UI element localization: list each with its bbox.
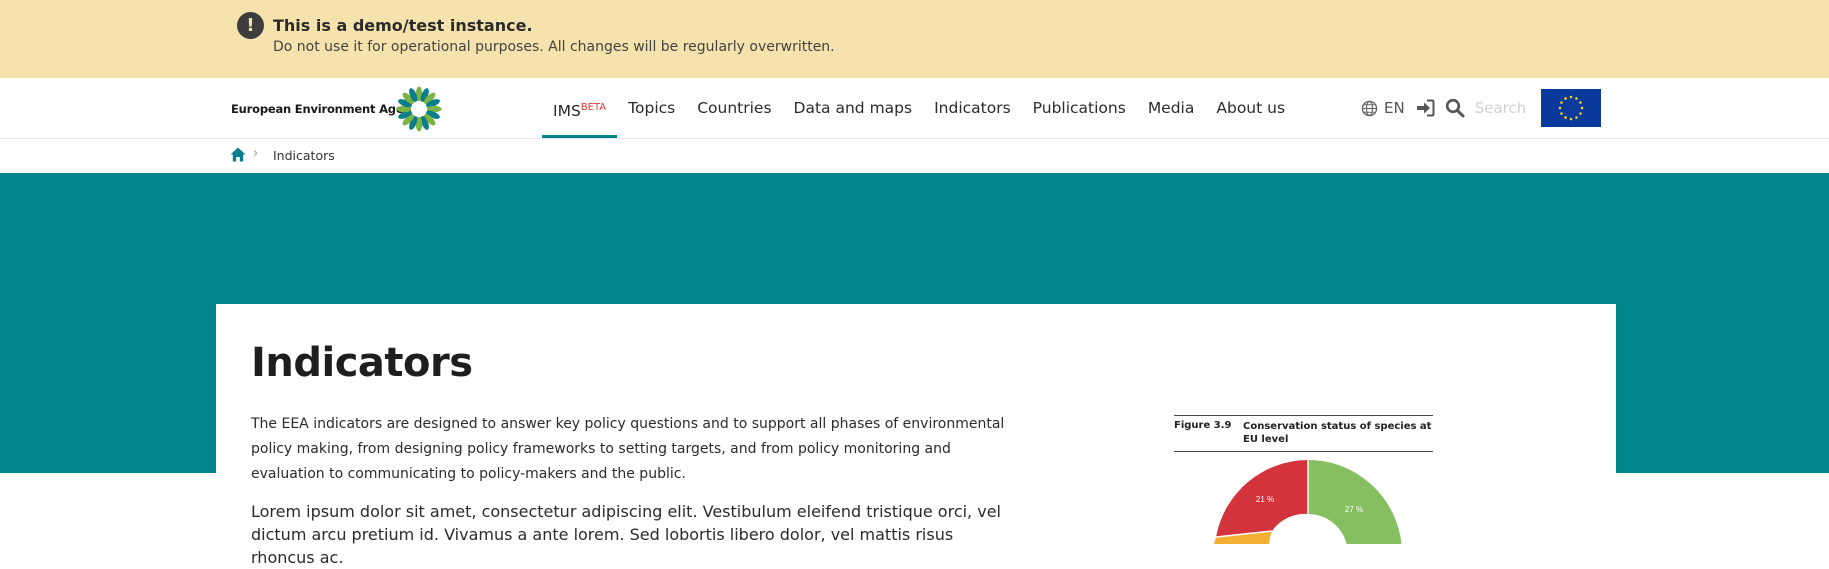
login-icon[interactable] [1415, 99, 1435, 117]
demo-banner: ! This is a demo/test instance. Do not u… [0, 0, 1829, 78]
nav-item-indicators[interactable]: Indicators [923, 78, 1022, 138]
content-card: Indicators The EEA indicators are design… [216, 304, 1616, 567]
site-header: European Environment Agency IMSBETA Topi… [0, 78, 1829, 139]
search-input[interactable] [1472, 98, 1547, 118]
lorem-paragraph: Lorem ipsum dolor sit amet, consectetur … [251, 502, 1001, 567]
breadcrumb-current: Indicators [273, 148, 335, 163]
figure-divider [1174, 415, 1433, 416]
donut-label-red: 21 % [1256, 495, 1274, 504]
search-icon[interactable] [1445, 98, 1465, 118]
figure-number: Figure 3.9 [1174, 420, 1232, 431]
beta-badge: BETA [580, 102, 607, 113]
eu-flag-icon [1541, 89, 1601, 127]
globe-icon[interactable] [1361, 100, 1378, 117]
nav-item-media[interactable]: Media [1137, 78, 1206, 138]
breadcrumb: › Indicators [0, 139, 1829, 172]
eea-logo-icon[interactable] [396, 86, 442, 132]
main-nav: IMSBETA Topics Countries Data and maps I… [542, 78, 1296, 138]
nav-item-ims[interactable]: IMSBETA [542, 78, 618, 138]
donut-slice-green [1308, 460, 1402, 544]
banner-message: Do not use it for operational purposes. … [273, 39, 835, 55]
nav-item-countries[interactable]: Countries [686, 78, 782, 138]
page-title: Indicators [251, 340, 473, 386]
intro-paragraph: The EEA indicators are designed to answe… [251, 416, 1005, 482]
language-selector[interactable]: EN [1384, 99, 1405, 117]
home-icon[interactable] [230, 147, 246, 162]
chevron-right-icon: › [253, 146, 259, 161]
banner-title: This is a demo/test instance. [273, 16, 533, 35]
figure-conservation-status: Figure 3.9 Conservation status of specie… [1174, 412, 1434, 544]
nav-item-topics[interactable]: Topics [617, 78, 686, 138]
donut-chart: 27 % 21 % [1214, 460, 1402, 544]
nav-item-data-and-maps[interactable]: Data and maps [783, 78, 924, 138]
header-tools: EN [1361, 78, 1547, 138]
figure-title: Conservation status of species at EU lev… [1243, 421, 1432, 445]
exclamation-circle-icon: ! [237, 12, 264, 39]
nav-item-about-us[interactable]: About us [1205, 78, 1296, 138]
donut-label-green: 27 % [1345, 505, 1363, 514]
nav-item-publications[interactable]: Publications [1022, 78, 1137, 138]
